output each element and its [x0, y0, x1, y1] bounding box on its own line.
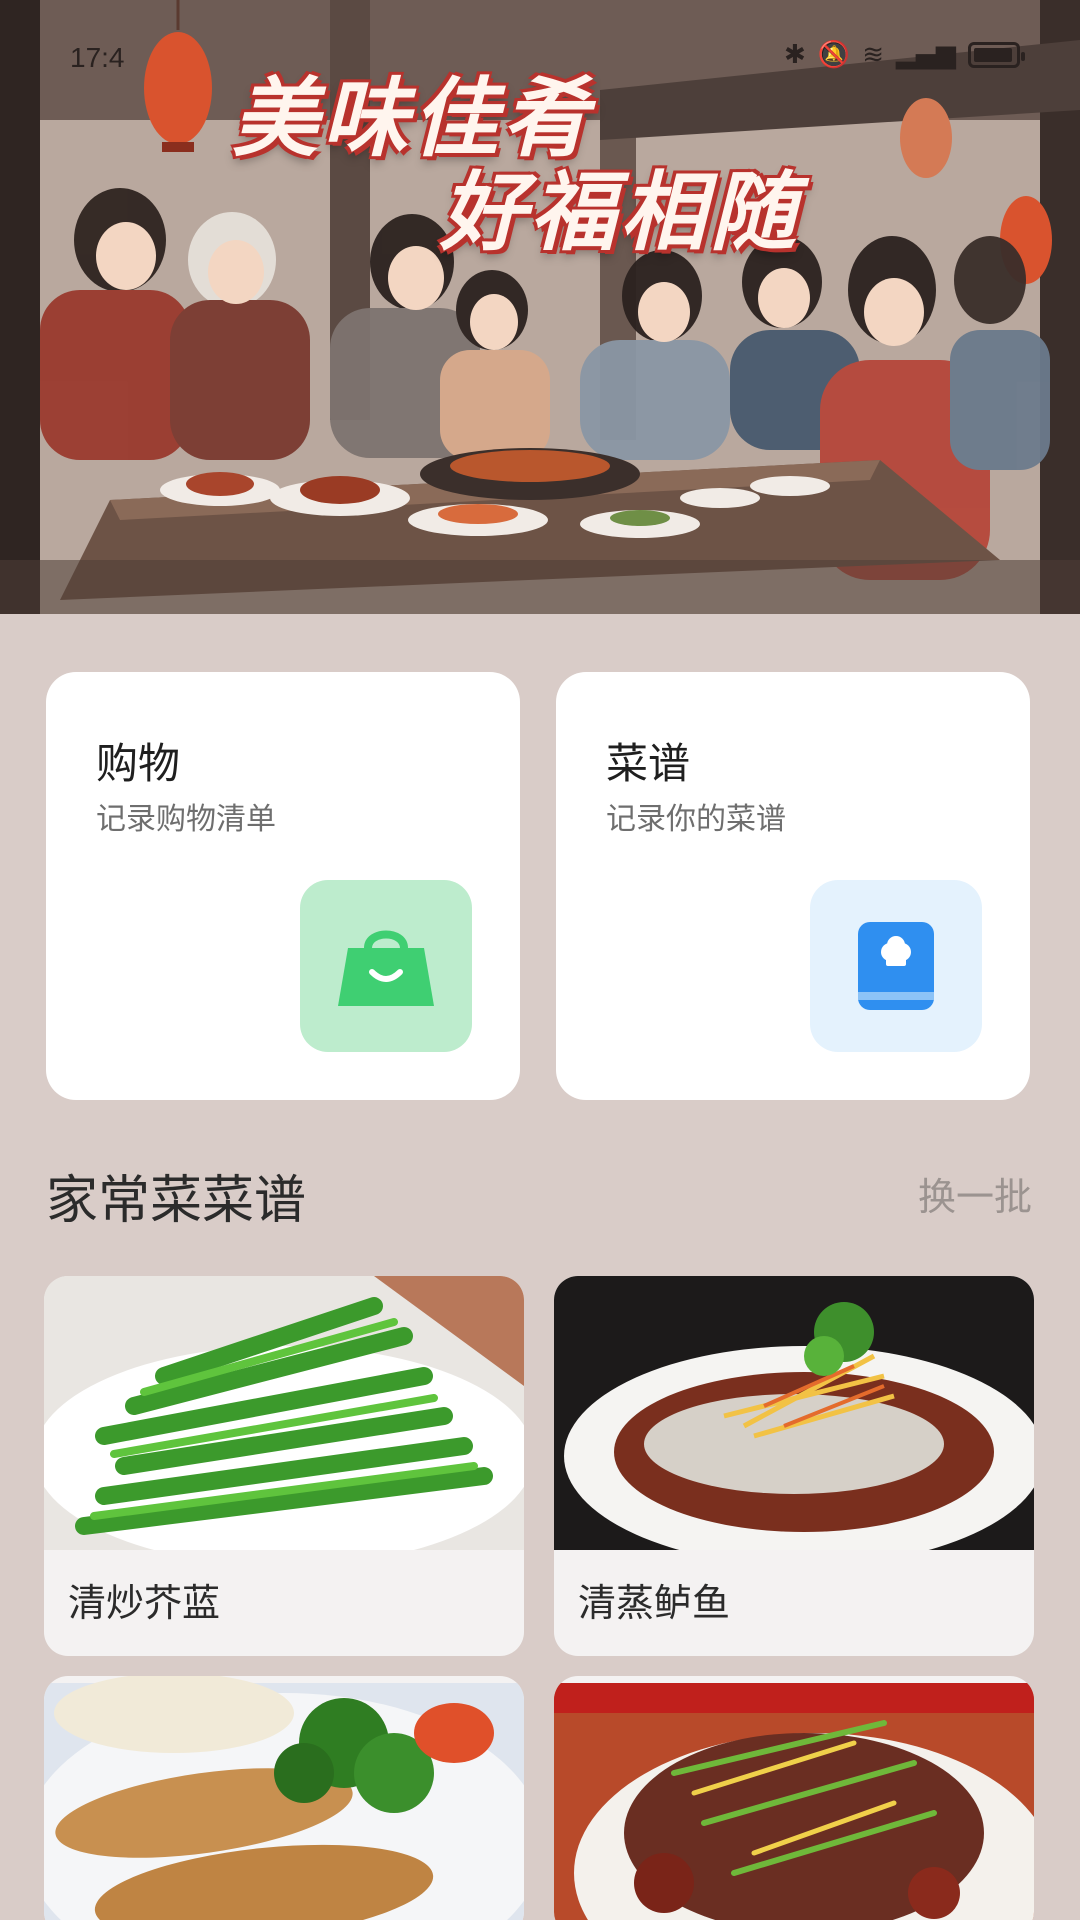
status-icons: ✱ 🔕 ≋ ▂▄▆	[784, 40, 1025, 70]
dish-card[interactable]	[554, 1676, 1034, 1920]
dish-name: 清蒸鲈鱼	[578, 1581, 731, 1625]
dish-card[interactable]: 清炒芥蓝	[44, 1276, 524, 1656]
status-time: 17:4	[70, 42, 125, 73]
dish-photo-cold-beef	[554, 1683, 1034, 1920]
hero-banner[interactable]: 17:4 ✱ 🔕 ≋ ▂▄▆ 美味佳肴 好福相随	[0, 0, 1080, 614]
section-title: 家常菜菜谱	[46, 1171, 307, 1231]
dish-card[interactable]	[44, 1676, 524, 1920]
battery-icon	[968, 42, 1025, 68]
dish-name: 清炒芥蓝	[68, 1581, 221, 1625]
dish-card[interactable]: 清蒸鲈鱼	[554, 1276, 1034, 1656]
recipe-card-subtitle: 记录你的菜谱	[606, 802, 786, 837]
dish-photo-gailan	[44, 1276, 524, 1550]
bluetooth-icon: ✱	[784, 40, 806, 70]
recipe-icon-tile	[810, 880, 982, 1052]
recipe-card-title: 菜谱	[606, 739, 691, 788]
shopping-card-subtitle: 记录购物清单	[96, 802, 276, 837]
shopping-card[interactable]: 购物 记录购物清单	[46, 672, 520, 1100]
mute-icon: 🔕	[817, 40, 851, 70]
recipe-book-icon	[858, 922, 934, 1010]
refresh-button[interactable]: 换一批	[918, 1166, 1032, 1221]
signal-icon: ▂▄▆	[896, 40, 956, 70]
app-screen: 17:4 ✱ 🔕 ≋ ▂▄▆ 美味佳肴 好福相随 购物 记录购物清单 菜谱 记录…	[0, 0, 1080, 1920]
hero-title-line2: 好福相随	[440, 163, 800, 263]
shopping-card-title: 购物	[96, 739, 181, 788]
dish-photo-grilled-chicken	[44, 1676, 524, 1920]
dish-photo-steamed-fish	[554, 1276, 1034, 1550]
wifi-icon: ≋	[862, 40, 884, 70]
recipe-card[interactable]: 菜谱 记录你的菜谱	[556, 672, 1030, 1100]
shopping-bag-icon	[338, 930, 434, 1006]
shopping-icon-tile	[300, 880, 472, 1052]
